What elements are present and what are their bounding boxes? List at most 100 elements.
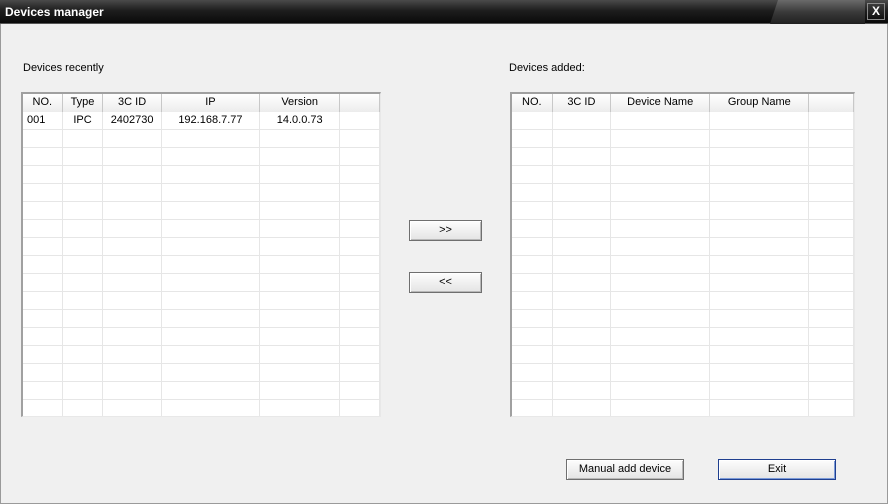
column-header[interactable]: IP <box>161 94 261 112</box>
column-header[interactable]: Type <box>62 94 104 112</box>
table-cell <box>260 310 341 327</box>
table-cell <box>103 292 162 309</box>
table-cell <box>23 400 63 416</box>
table-cell <box>63 256 104 273</box>
table-cell <box>611 346 711 363</box>
table-cell <box>103 382 162 399</box>
table-row <box>23 148 380 166</box>
title-bar-decoration <box>770 0 865 24</box>
devices-added-list[interactable]: NO. 3C ID Device Name Group Name <box>510 92 855 417</box>
add-to-added-button[interactable]: >> <box>409 220 482 241</box>
table-cell <box>63 202 104 219</box>
table-cell <box>512 112 553 129</box>
table-cell <box>340 328 380 345</box>
table-cell <box>611 400 711 416</box>
column-header[interactable]: Version <box>260 94 341 112</box>
table-cell <box>63 292 104 309</box>
table-cell <box>103 256 162 273</box>
devices-recently-list[interactable]: NO. Type 3C ID IP Version 001 IPC 2402730 192.1… <box>21 92 381 417</box>
table-cell <box>103 220 162 237</box>
table-cell <box>63 130 104 147</box>
table-cell <box>340 202 380 219</box>
table-row <box>23 328 380 346</box>
table-cell <box>512 130 553 147</box>
table-cell <box>512 202 553 219</box>
column-header[interactable] <box>340 94 380 112</box>
table-cell <box>611 112 711 129</box>
column-header[interactable]: NO. <box>512 94 553 112</box>
table-cell <box>611 382 711 399</box>
close-button[interactable]: X <box>867 3 885 20</box>
table-row <box>512 364 854 382</box>
table-cell <box>260 292 341 309</box>
exit-button[interactable]: Exit <box>718 459 836 480</box>
column-header[interactable] <box>809 94 854 112</box>
table-cell <box>553 382 612 399</box>
table-cell <box>103 400 162 416</box>
table-row <box>23 220 380 238</box>
table-row <box>512 400 854 416</box>
table-cell <box>611 238 711 255</box>
table-cell <box>710 400 810 416</box>
table-cell <box>162 166 261 183</box>
table-cell <box>611 202 711 219</box>
table-row[interactable]: 001 IPC 2402730 192.168.7.77 14.0.0.73 <box>23 112 380 130</box>
table-cell <box>23 364 63 381</box>
table-cell <box>162 310 261 327</box>
table-row <box>512 256 854 274</box>
table-cell: 001 <box>23 112 63 129</box>
remove-from-added-button[interactable]: << <box>409 272 482 293</box>
table-cell <box>553 184 612 201</box>
table-row <box>512 202 854 220</box>
table-cell <box>340 292 380 309</box>
table-cell <box>260 184 341 201</box>
table-cell <box>162 238 261 255</box>
table-cell <box>162 346 261 363</box>
table-cell <box>23 292 63 309</box>
table-cell <box>611 148 711 165</box>
table-cell <box>63 328 104 345</box>
table-cell: 192.168.7.77 <box>162 112 261 129</box>
column-header[interactable]: Group Name <box>710 94 810 112</box>
table-cell <box>710 292 810 309</box>
table-cell <box>23 310 63 327</box>
table-cell <box>553 148 612 165</box>
table-cell <box>710 346 810 363</box>
table-cell <box>23 256 63 273</box>
table-cell <box>260 166 341 183</box>
table-row <box>512 238 854 256</box>
table-cell <box>63 220 104 237</box>
table-cell <box>809 364 854 381</box>
table-cell <box>512 220 553 237</box>
table-row <box>23 256 380 274</box>
table-row <box>23 292 380 310</box>
table-cell <box>809 238 854 255</box>
table-cell: IPC <box>63 112 104 129</box>
table-cell <box>23 382 63 399</box>
table-row <box>512 148 854 166</box>
table-cell <box>553 274 612 291</box>
table-cell <box>809 274 854 291</box>
table-cell <box>103 184 162 201</box>
table-row <box>512 166 854 184</box>
table-cell <box>23 202 63 219</box>
table-row <box>23 184 380 202</box>
table-cell <box>162 202 261 219</box>
table-row <box>23 130 380 148</box>
column-header[interactable]: 3C ID <box>103 94 162 112</box>
table-row <box>23 400 380 416</box>
table-cell <box>553 220 612 237</box>
table-cell <box>63 274 104 291</box>
table-cell <box>710 328 810 345</box>
manual-add-device-button[interactable]: Manual add device <box>566 459 684 480</box>
column-header[interactable]: NO. <box>23 94 63 112</box>
table-cell <box>512 292 553 309</box>
table-cell <box>553 328 612 345</box>
table-cell: 2402730 <box>103 112 162 129</box>
table-cell <box>553 130 612 147</box>
column-header[interactable]: 3C ID <box>552 94 612 112</box>
table-cell <box>103 310 162 327</box>
table-cell <box>260 148 341 165</box>
table-cell <box>512 310 553 327</box>
column-header[interactable]: Device Name <box>611 94 711 112</box>
